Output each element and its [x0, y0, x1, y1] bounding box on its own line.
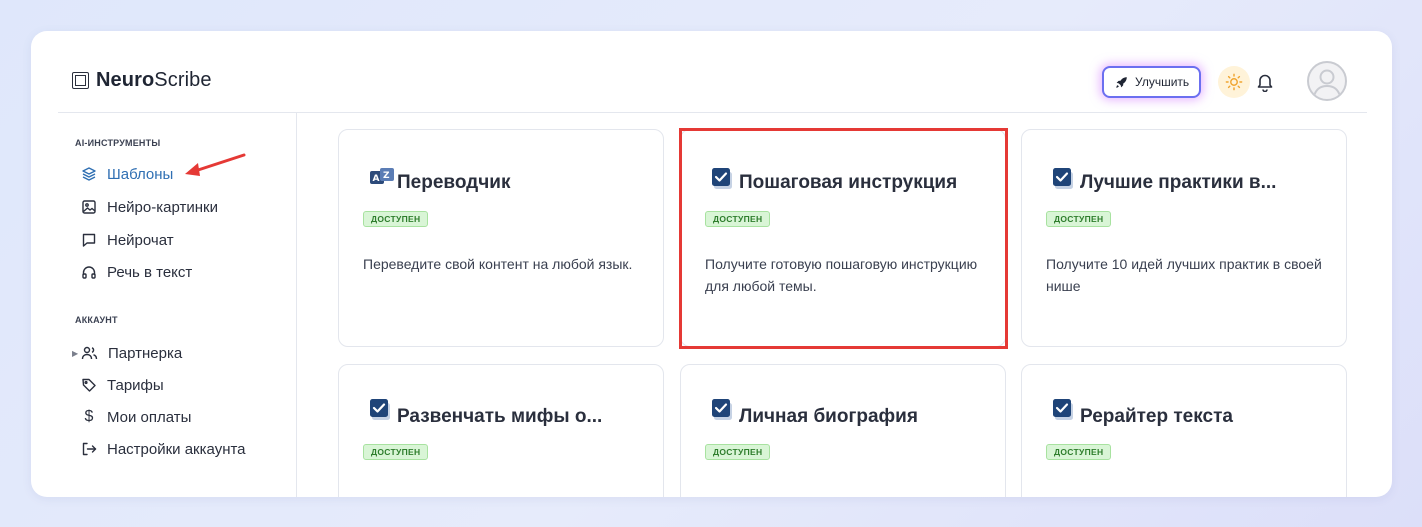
card-description: Получите готовую пошаговую инструкцию дл…: [705, 256, 978, 294]
logo-icon: [72, 72, 89, 89]
sidebar-divider: [296, 113, 297, 497]
translate-icon: A Z: [370, 168, 394, 184]
expand-caret-icon[interactable]: ▶: [72, 349, 78, 358]
card-description: Переведите свой контент на любой язык.: [363, 256, 633, 272]
card-title: Лучшие практики в...: [1080, 172, 1277, 193]
status-badge: ДОСТУПЕН: [1046, 444, 1112, 460]
status-badge: ДОСТУПЕН: [705, 211, 771, 227]
theme-toggle-button[interactable]: [1218, 66, 1250, 98]
checkbox-icon: [712, 168, 732, 189]
layers-icon: [82, 167, 96, 181]
sidebar-item-speech-to-text[interactable]: Речь в текст: [81, 261, 192, 283]
sidebar-item-partners[interactable]: Партнерка: [81, 342, 182, 364]
template-card-best-practices[interactable]: Лучшие практики в... ДОСТУПЕН Получите 1…: [1021, 129, 1347, 347]
sidebar-item-label: Речь в текст: [107, 263, 193, 281]
sidebar-item-label: Партнерка: [108, 344, 183, 362]
sidebar-section-title-tools: AI-ИНСТРУМЕНТЫ: [75, 138, 161, 148]
card-title: Личная биография: [739, 406, 918, 427]
headphones-icon: [82, 266, 96, 279]
image-icon: [82, 200, 96, 214]
card-title: Рерайтер текста: [1080, 406, 1233, 427]
notifications-button[interactable]: [1253, 70, 1277, 94]
sidebar-item-label: Настройки аккаунта: [107, 440, 246, 458]
header-divider: [58, 112, 1367, 113]
sun-icon: [1225, 73, 1243, 91]
status-badge: ДОСТУПЕН: [363, 444, 429, 460]
upgrade-button[interactable]: Улучшить: [1102, 66, 1202, 98]
sidebar-item-templates[interactable]: Шаблоны: [81, 163, 173, 185]
checkbox-icon: [1053, 168, 1073, 189]
user-avatar-icon: [1313, 69, 1341, 97]
card-title: Переводчик: [397, 172, 511, 193]
checkbox-icon: [1053, 399, 1073, 420]
logout-icon: [82, 442, 97, 456]
template-card-debunk-myths[interactable]: Развенчать мифы о... ДОСТУПЕН: [338, 364, 664, 497]
bell-icon: [1257, 74, 1273, 92]
checkbox-icon: [370, 399, 390, 420]
upgrade-label: Улучшить: [1135, 75, 1190, 89]
annotation-arrow-icon: [185, 153, 246, 176]
card-title: Пошаговая инструкция: [739, 172, 958, 193]
app-window: NeuroScribe Улучшить AI-ИНСТРУМЕНТЫ Шабл…: [31, 31, 1392, 497]
template-card-translator[interactable]: A Z Переводчик ДОСТУПЕН Переведите свой …: [338, 129, 664, 347]
template-card-step-by-step[interactable]: Пошаговая инструкция ДОСТУПЕН Получите г…: [680, 129, 1006, 347]
status-badge: ДОСТУПЕН: [1046, 211, 1112, 227]
sidebar-item-label: Мои оплаты: [107, 408, 192, 426]
sidebar-item-tariffs[interactable]: Тарифы: [81, 374, 164, 396]
card-title: Развенчать мифы о...: [397, 406, 603, 427]
sidebar-item-payments[interactable]: $ Мои оплаты: [81, 406, 192, 428]
checkbox-icon: [712, 399, 732, 420]
dollar-icon: $: [84, 408, 94, 425]
svg-text:A: A: [373, 174, 380, 184]
sidebar-item-label: Нейрочат: [107, 231, 174, 249]
status-badge: ДОСТУПЕН: [363, 211, 429, 227]
logo[interactable]: NeuroScribe: [72, 69, 212, 92]
rocket-icon: [1116, 76, 1127, 88]
card-description: Получите 10 идей лучших практик в своей …: [1046, 256, 1322, 294]
sidebar-item-neuro-images[interactable]: Нейро-картинки: [81, 196, 218, 218]
status-badge: ДОСТУПЕН: [705, 444, 771, 460]
top-header: NeuroScribe Улучшить: [31, 31, 1392, 113]
sidebar-item-neurochat[interactable]: Нейрочат: [81, 229, 174, 251]
sidebar-section-title-account: АККАУНТ: [75, 315, 118, 325]
chat-icon: [82, 233, 96, 247]
template-card-rewriter[interactable]: Рерайтер текста ДОСТУПЕН: [1021, 364, 1347, 497]
users-icon: [81, 346, 98, 360]
avatar[interactable]: [1307, 61, 1347, 101]
brand-name: NeuroScribe: [96, 69, 212, 91]
template-card-biography[interactable]: Личная биография ДОСТУПЕН: [680, 364, 1006, 497]
tag-icon: [82, 378, 96, 392]
sidebar-item-label: Тарифы: [107, 376, 164, 394]
svg-text:Z: Z: [383, 171, 390, 181]
sidebar-item-label: Шаблоны: [107, 165, 174, 183]
sidebar-item-account-settings[interactable]: Настройки аккаунта: [81, 438, 246, 460]
sidebar-item-label: Нейро-картинки: [107, 198, 218, 216]
